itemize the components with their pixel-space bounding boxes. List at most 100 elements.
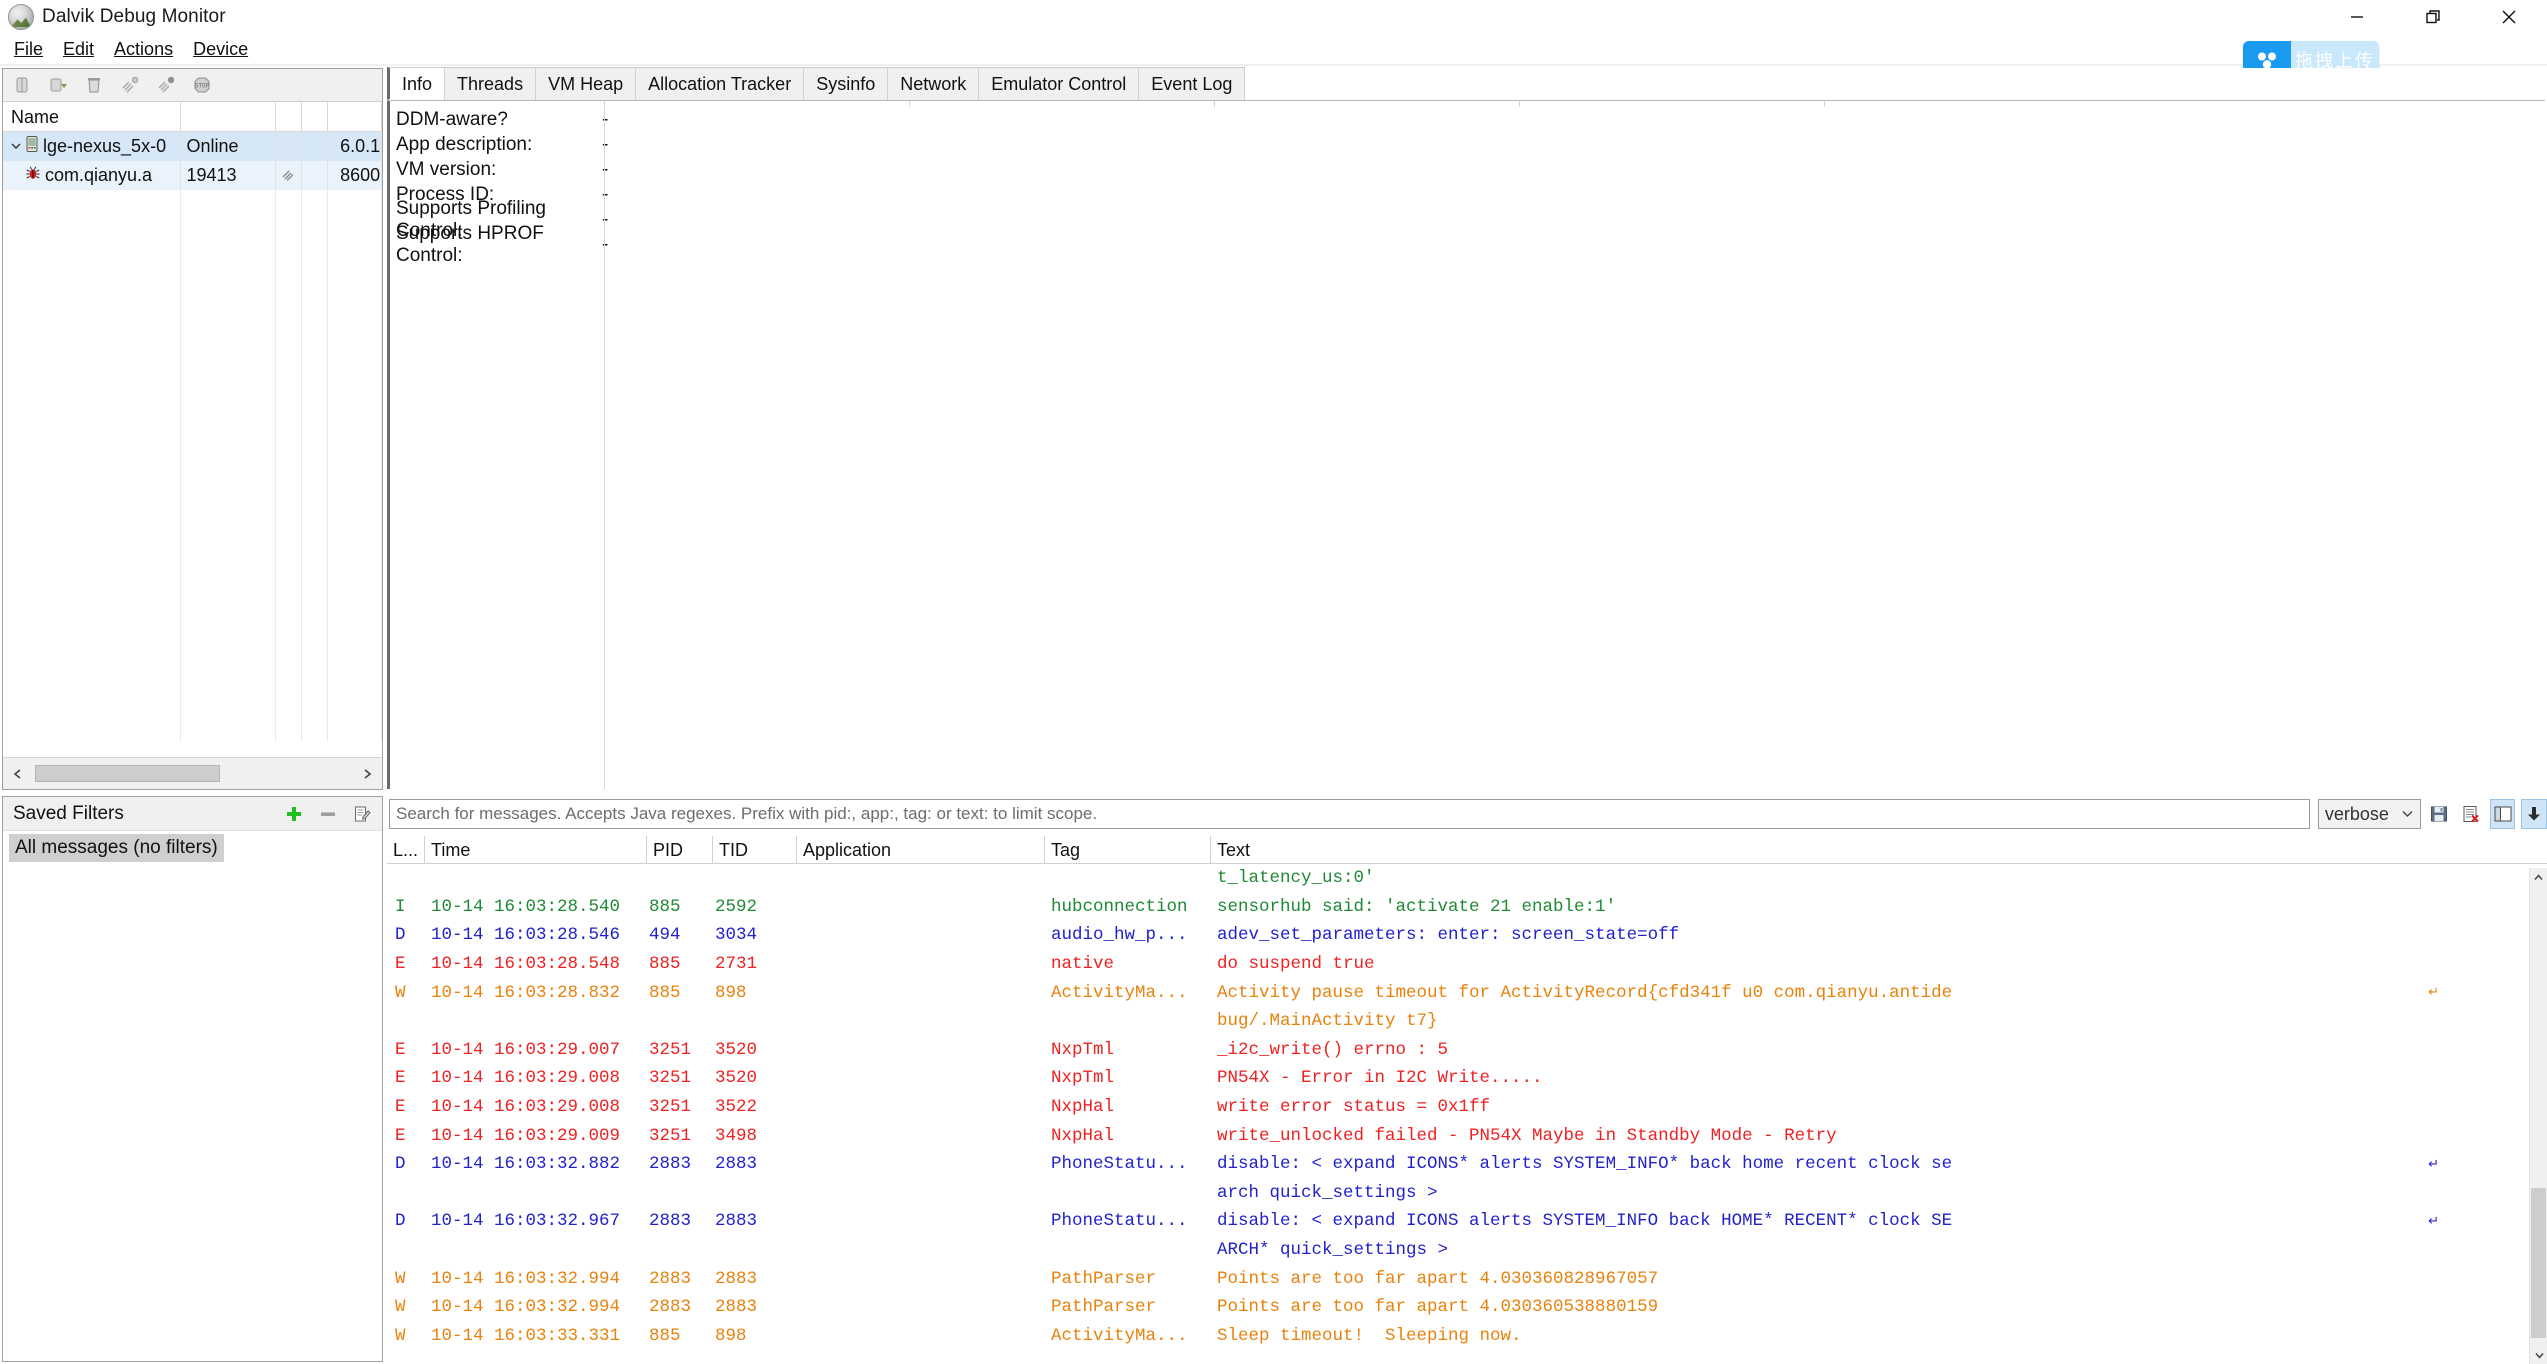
chevron-right-icon[interactable] <box>352 759 382 789</box>
menu-edit[interactable]: Edit <box>53 36 104 62</box>
table-row[interactable]: E 10-14 16:03:29.008 3251 3522 NxpHal write e… <box>387 1093 2547 1122</box>
clear-logcat-icon[interactable] <box>2458 799 2484 829</box>
logcat-vertical-scrollbar[interactable] <box>2529 868 2547 1364</box>
log-cell-tag <box>1045 864 1211 893</box>
scrollbar-thumb[interactable] <box>2531 1188 2546 1338</box>
log-cell-application <box>797 1179 1045 1208</box>
table-row[interactable]: D 10-14 16:03:28.546 494 3034 audio_hw_p... a… <box>387 921 2547 950</box>
process-pid-cell: 19413 <box>181 161 277 190</box>
log-col-time[interactable]: Time <box>425 836 647 864</box>
tab-event-log[interactable]: Event Log <box>1138 67 1246 100</box>
chevron-up-icon[interactable] <box>2530 868 2547 886</box>
device-col-3[interactable] <box>276 102 303 132</box>
log-cell-tag: hubconnection <box>1051 896 1188 917</box>
log-col-level[interactable]: L... <box>387 836 425 864</box>
empty-row <box>3 683 382 712</box>
tab-threads[interactable]: Threads <box>444 67 537 100</box>
log-cell-level: E <box>395 1125 406 1146</box>
log-col-tid[interactable]: TID <box>713 836 797 864</box>
log-cell-text: Activity pause timeout for ActivityRecor… <box>1217 982 2439 1003</box>
device-col-4[interactable] <box>302 102 329 132</box>
log-cell-text: Points are too far apart 4.0303608289670… <box>1217 1268 1659 1289</box>
log-cell-pid: 2883 <box>649 1211 692 1232</box>
edit-filter-icon[interactable] <box>352 804 372 824</box>
menu-actions[interactable]: Actions <box>104 36 183 62</box>
log-cell-tag: audio_hw_p... <box>1051 925 1188 946</box>
stop-process-icon[interactable]: STOP <box>191 74 213 96</box>
export-to-text-file-icon[interactable] <box>2427 799 2453 829</box>
close-button[interactable] <box>2471 0 2547 34</box>
log-level-select[interactable]: verbose <box>2317 799 2421 829</box>
log-cell-time <box>425 864 647 893</box>
table-row[interactable]: t_latency_us:0' <box>387 864 2547 893</box>
log-col-pid[interactable]: PID <box>647 836 713 864</box>
table-row[interactable]: W 10-14 16:03:33.331 885 898 ActivityMa... Sl… <box>387 1322 2547 1347</box>
tab-info[interactable]: Info <box>387 67 446 100</box>
device-col-2[interactable] <box>181 102 277 132</box>
tab-vm-heap[interactable]: VM Heap <box>535 67 637 100</box>
table-row[interactable]: D 10-14 16:03:32.967 2883 2883 PhoneStatu...… <box>387 1207 2547 1236</box>
device-col-5[interactable] <box>328 102 382 132</box>
scrollbar-thumb[interactable] <box>35 765 220 782</box>
stop-method-profiling-icon[interactable] <box>155 74 177 96</box>
thread-updates-icon[interactable] <box>47 74 69 96</box>
log-cell-tag: native <box>1051 954 1115 975</box>
log-cell-pid: 2883 <box>649 1268 692 1289</box>
table-row[interactable]: lge-nexus_5x-0 Online 6.0.1 <box>3 132 382 161</box>
table-row[interactable]: E 10-14 16:03:28.548 885 2731 native do suspe… <box>387 950 2547 979</box>
start-method-profiling-icon[interactable] <box>119 74 141 96</box>
table-row[interactable]: I 10-14 16:03:28.540 885 2592 hubconnection s… <box>387 893 2547 922</box>
line-wrap-icon: ↵ <box>2428 1213 2439 1229</box>
heap-updates-icon[interactable] <box>11 74 33 96</box>
saved-filters-header: Saved Filters <box>3 797 382 831</box>
device-row-status-cell: Online <box>181 132 277 161</box>
tab-allocation-tracker[interactable]: Allocation Tracker <box>635 67 805 100</box>
device-row-extra2-cell <box>302 132 329 161</box>
table-row[interactable]: E 10-14 16:03:29.009 3251 3498 NxpHal write_u… <box>387 1121 2547 1150</box>
chevron-down-icon[interactable] <box>7 136 25 157</box>
chevron-down-icon[interactable] <box>2530 1346 2547 1364</box>
menu-file[interactable]: File <box>4 36 53 62</box>
log-cell-tid: 2883 <box>715 1211 758 1232</box>
add-filter-icon[interactable] <box>284 804 304 824</box>
log-col-text[interactable]: Text <box>1211 836 2521 864</box>
log-cell-text: write error status = 0x1ff <box>1217 1097 1491 1118</box>
list-item[interactable]: All messages (no filters) <box>9 834 224 862</box>
table-row[interactable]: com.qianyu.a 19413 8600 <box>3 161 382 190</box>
log-col-tag[interactable]: Tag <box>1045 836 1211 864</box>
tab-sysinfo[interactable]: Sysinfo <box>803 67 889 100</box>
search-input[interactable] <box>389 799 2310 829</box>
device-table-header: Name <box>3 102 382 132</box>
table-row[interactable]: E 10-14 16:03:29.007 3251 3520 NxpTml _i2c_wr… <box>387 1036 2547 1065</box>
scroll-to-bottom-icon[interactable] <box>2521 799 2547 829</box>
table-row[interactable]: W 10-14 16:03:32.994 2883 2883 PathParser Poi… <box>387 1293 2547 1322</box>
table-row[interactable]: W 10-14 16:03:28.832 885 898 ActivityMa... Ac… <box>387 978 2547 1007</box>
table-row[interactable]: bug/.MainActivity t7} <box>387 1007 2547 1036</box>
restore-button[interactable] <box>2395 0 2471 34</box>
table-row[interactable]: arch quick_settings > <box>387 1179 2547 1208</box>
table-row[interactable]: D 10-14 16:03:32.882 2883 2883 PhoneStatu...… <box>387 1150 2547 1179</box>
log-cell-pid: 885 <box>649 954 681 975</box>
menu-actions-label: Actions <box>114 39 174 59</box>
empty-row <box>3 712 382 741</box>
tab-emulator-control[interactable]: Emulator Control <box>978 67 1140 100</box>
table-row[interactable]: W 10-14 16:03:32.994 2883 2883 PathParser Poi… <box>387 1264 2547 1293</box>
tab-network[interactable]: Network <box>887 67 980 100</box>
device-col-name[interactable]: Name <box>3 102 181 132</box>
device-icon <box>25 136 43 157</box>
main-panel: Info Threads VM Heap Allocation Tracker … <box>387 67 2545 790</box>
remove-filter-icon[interactable] <box>318 804 338 824</box>
table-row[interactable]: ARCH* quick_settings > <box>387 1236 2547 1265</box>
log-cell-tag: NxpHal <box>1051 1125 1115 1146</box>
log-cell-text: write_unlocked failed - PN54X Maybe in S… <box>1217 1125 1837 1146</box>
table-row[interactable]: E 10-14 16:03:29.008 3251 3520 NxpTml PN54X -… <box>387 1064 2547 1093</box>
cause-gc-icon[interactable] <box>83 74 105 96</box>
toggle-side-panel-icon[interactable] <box>2489 799 2516 829</box>
log-col-application[interactable]: Application <box>797 836 1045 864</box>
chevron-left-icon[interactable] <box>3 759 33 789</box>
device-horizontal-scrollbar[interactable] <box>3 757 382 789</box>
log-cell-time: 10-14 16:03:28.546 <box>431 925 621 946</box>
log-cell-text: do suspend true <box>1217 954 1375 975</box>
menu-device[interactable]: Device <box>183 36 258 62</box>
minimize-button[interactable] <box>2319 0 2395 34</box>
